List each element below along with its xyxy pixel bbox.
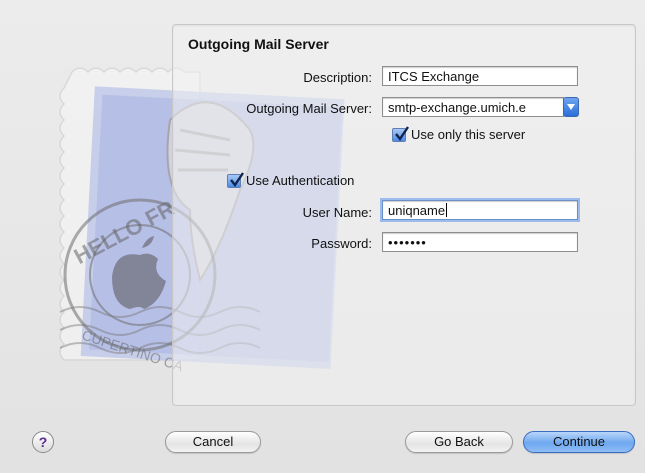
use-only-server-checkbox[interactable] bbox=[392, 126, 409, 142]
chevron-down-icon bbox=[567, 104, 575, 110]
help-button[interactable]: ? bbox=[32, 431, 54, 453]
password-label: Password: bbox=[311, 236, 372, 251]
go-back-button[interactable]: Go Back bbox=[405, 431, 513, 453]
username-field[interactable]: uniqname bbox=[382, 200, 578, 220]
help-icon: ? bbox=[38, 434, 48, 450]
use-only-server-label: Use only this server bbox=[411, 127, 526, 142]
checkmark-icon bbox=[230, 172, 244, 188]
description-field[interactable]: ITCS Exchange bbox=[382, 66, 578, 86]
use-authentication-checkbox[interactable] bbox=[227, 172, 244, 188]
outgoing-server-combo[interactable]: smtp-exchange.umich.e bbox=[382, 97, 564, 117]
username-label: User Name: bbox=[302, 205, 372, 220]
use-authentication-label: Use Authentication bbox=[246, 173, 355, 188]
password-field[interactable]: ••••••• bbox=[382, 232, 578, 252]
continue-button[interactable]: Continue bbox=[523, 431, 635, 453]
text-caret bbox=[446, 203, 448, 217]
server-popup-button[interactable] bbox=[563, 97, 579, 117]
description-label: Description: bbox=[303, 70, 372, 85]
outgoing-server-label: Outgoing Mail Server: bbox=[246, 101, 372, 116]
checkmark-icon bbox=[395, 126, 409, 142]
section-title: Outgoing Mail Server bbox=[188, 36, 329, 52]
username-value: uniqname bbox=[388, 203, 446, 218]
cancel-button[interactable]: Cancel bbox=[165, 431, 261, 453]
